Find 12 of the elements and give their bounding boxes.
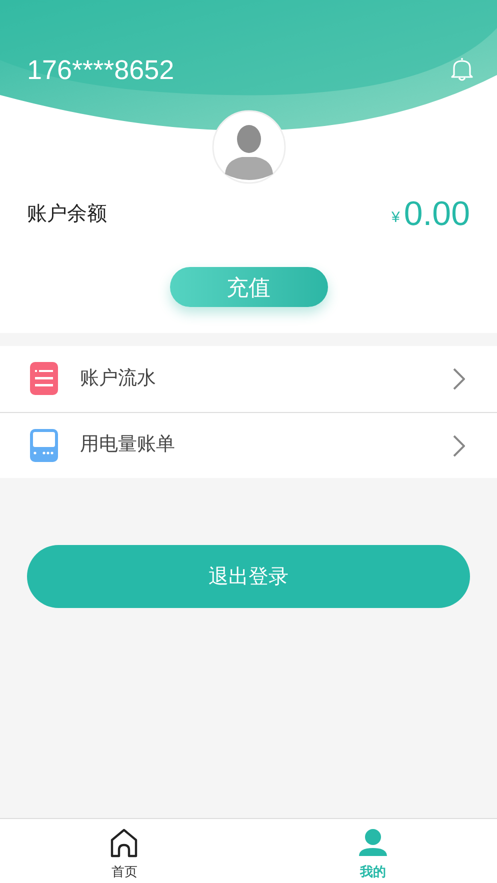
tab[interactable]: 首页: [0, 819, 248, 883]
phone-number: 176****8652: [27, 54, 174, 86]
balance-amount: 0.00: [404, 194, 470, 235]
menu-item[interactable]: 账户流水: [0, 346, 497, 412]
menu-item[interactable]: 用电量账单: [0, 412, 497, 478]
bell-icon[interactable]: [450, 56, 474, 82]
home-icon: [110, 828, 138, 858]
balance-label: 账户余额: [27, 202, 107, 227]
chevron-icon: [453, 368, 465, 390]
person-icon: [358, 828, 388, 858]
currency-symbol: ¥: [391, 208, 400, 228]
chevron-icon: [453, 434, 465, 456]
